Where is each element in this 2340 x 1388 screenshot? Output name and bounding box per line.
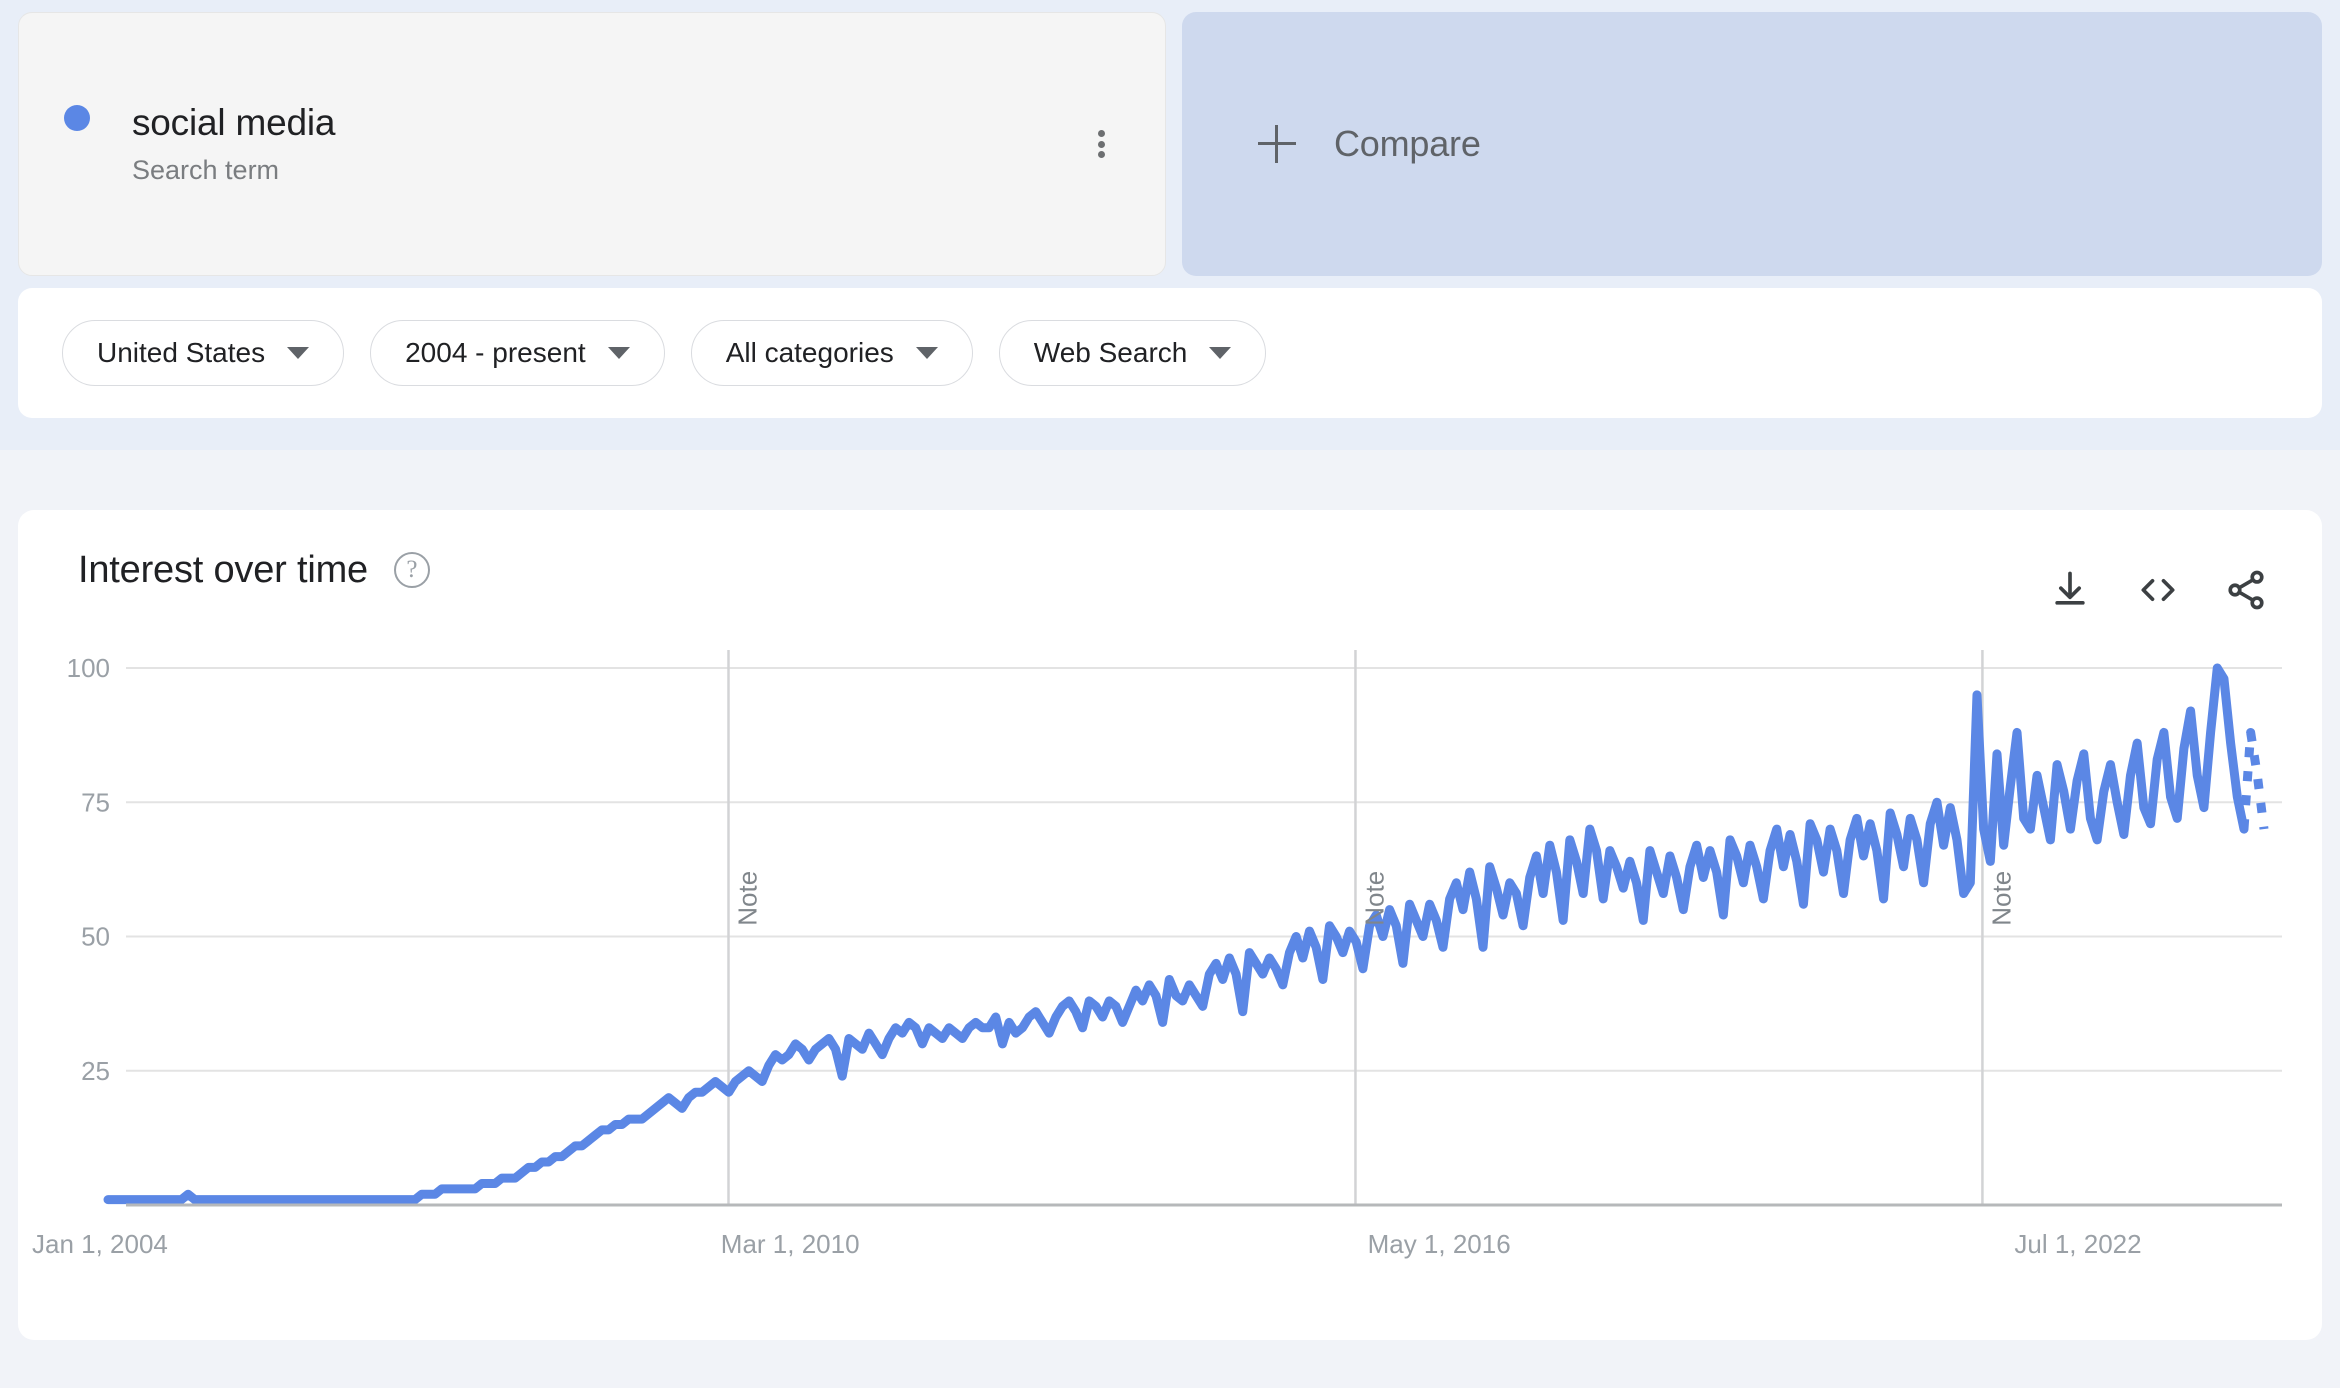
x-axis-tick-label: Jan 1, 2004 <box>32 1229 168 1259</box>
note-annotation-label[interactable]: Note <box>1359 871 1389 926</box>
kebab-menu-icon[interactable] <box>1083 126 1119 162</box>
filter-time-range[interactable]: 2004 - present <box>370 320 665 386</box>
embed-code-icon[interactable] <box>2136 568 2180 612</box>
search-term-text: social media Search term <box>132 102 335 186</box>
search-term-card[interactable]: social media Search term <box>18 12 1166 276</box>
chevron-down-icon <box>1209 347 1232 359</box>
filter-location[interactable]: United States <box>62 320 345 386</box>
chart-actions <box>2048 568 2268 612</box>
filter-category[interactable]: All categories <box>690 320 973 386</box>
chart-header: Interest over time ? <box>18 510 2322 630</box>
chevron-down-icon <box>287 347 310 359</box>
help-circle-icon[interactable]: ? <box>393 552 430 588</box>
filter-category-label: All categories <box>725 337 894 368</box>
filter-time-range-label: 2004 - present <box>405 337 586 368</box>
x-axis-tick-label: Mar 1, 2010 <box>721 1229 860 1259</box>
page-title: Interest over time <box>78 548 368 591</box>
y-axis-tick-label: 100 <box>67 653 110 683</box>
compare-button[interactable]: Compare <box>1182 12 2322 276</box>
note-labels: Note Note Note <box>732 871 2016 926</box>
filter-bar: United States 2004 - present All categor… <box>18 288 2322 418</box>
share-icon[interactable] <box>2224 568 2268 612</box>
filter-search-type[interactable]: Web Search <box>998 320 1267 386</box>
x-axis-tick-label: Jul 1, 2022 <box>2014 1229 2141 1259</box>
download-icon[interactable] <box>2048 568 2092 612</box>
note-annotation-label[interactable]: Note <box>1986 871 2016 926</box>
y-axis-tick-label: 50 <box>81 922 110 952</box>
note-annotation-label[interactable]: Note <box>732 871 762 926</box>
search-term-type: Search term <box>132 154 280 185</box>
search-term-label: social media <box>132 102 336 144</box>
google-trends-page: social media Search term Compare United … <box>0 0 2340 1388</box>
filter-location-label: United States <box>97 337 266 368</box>
chevron-down-icon <box>915 347 938 359</box>
compare-label: Compare <box>1334 123 1481 164</box>
interest-over-time-card: Interest over time ? 25 50 75 100 Jan 1,… <box>18 510 2322 1340</box>
y-axis-tick-label: 25 <box>81 1056 110 1086</box>
chevron-down-icon <box>607 347 630 359</box>
series-paths <box>103 663 2269 1205</box>
plus-icon <box>1258 125 1296 163</box>
y-axis-ticks: 25 50 75 100 <box>67 653 110 1086</box>
series-color-dot <box>64 105 90 131</box>
note-gridlines <box>727 650 1984 1205</box>
x-axis-ticks: Jan 1, 2004 Mar 1, 2010 May 1, 2016 Jul 1, … <box>32 1229 2142 1259</box>
query-row: social media Search term Compare <box>18 12 2322 276</box>
trends-line-chart: 25 50 75 100 Jan 1, 2004 Mar 1, 2010 May 1, 2… <box>32 650 2282 1259</box>
filter-search-type-label: Web Search <box>1033 337 1188 368</box>
chart-plot-area[interactable]: 25 50 75 100 Jan 1, 2004 Mar 1, 2010 May 1, 2… <box>18 630 2322 1340</box>
series-line-partial-dashed <box>2239 727 2269 830</box>
x-axis-tick-label: May 1, 2016 <box>1368 1229 1511 1259</box>
y-axis-tick-label: 75 <box>81 787 110 817</box>
series-line-solid <box>103 663 2249 1205</box>
